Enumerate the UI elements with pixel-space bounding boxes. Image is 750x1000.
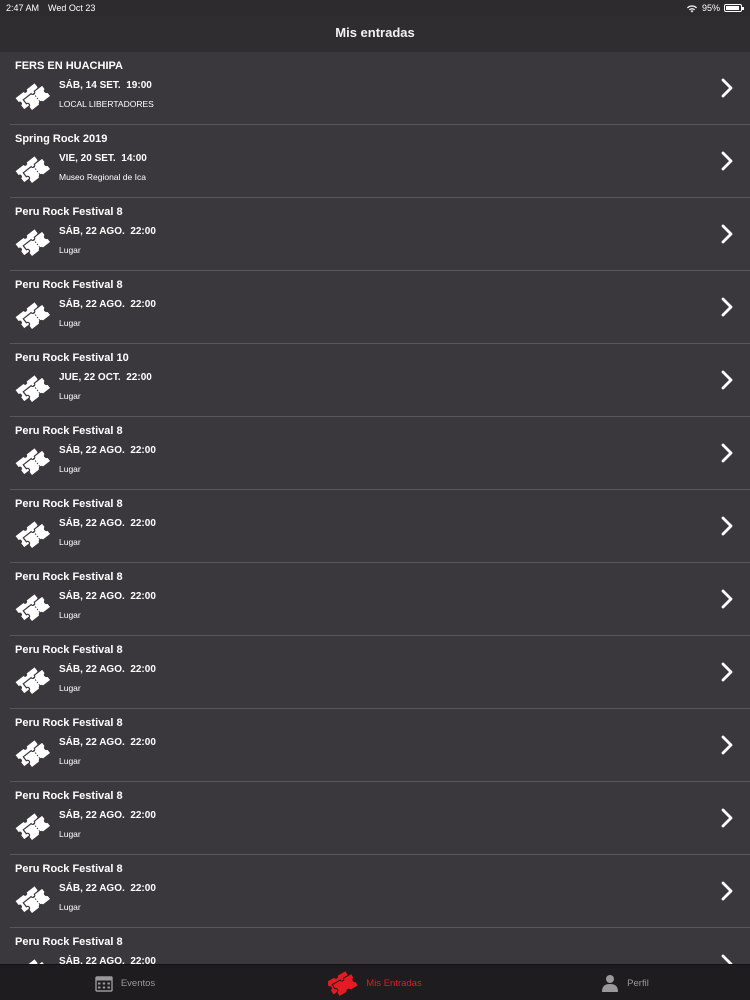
event-date: SÁB, 22 AGO. 22:00 xyxy=(59,737,156,748)
event-venue: Lugar xyxy=(59,537,81,547)
chevron-right-icon[interactable] xyxy=(720,881,734,901)
tab-label-eventos: Eventos xyxy=(120,977,156,989)
event-venue: Lugar xyxy=(59,756,81,766)
status-bar: 2:47 AM Wed Oct 23 95% xyxy=(0,0,750,16)
event-title: Peru Rock Festival 8 xyxy=(15,790,123,802)
ticket-icon xyxy=(15,521,51,550)
ticket-icon xyxy=(15,813,51,842)
chevron-right-icon[interactable] xyxy=(720,78,734,98)
navigation-bar: Mis entradas xyxy=(0,16,750,52)
chevron-right-icon[interactable] xyxy=(720,808,734,828)
ticket-row[interactable]: Peru Rock Festival 8 SÁB, 22 AGO. 22:00 … xyxy=(10,636,750,709)
ticket-row[interactable]: Peru Rock Festival 10 JUE, 22 OCT. 22:00… xyxy=(10,344,750,417)
event-title: Peru Rock Festival 10 xyxy=(15,352,129,364)
event-date: SÁB, 22 AGO. 22:00 xyxy=(59,591,156,602)
ticket-row[interactable]: Peru Rock Festival 8 SÁB, 22 AGO. 22:00 … xyxy=(10,271,750,344)
event-date: SÁB, 22 AGO. 22:00 xyxy=(59,299,156,310)
event-venue: Lugar xyxy=(59,829,81,839)
calendar-icon xyxy=(95,975,113,992)
event-title: Peru Rock Festival 8 xyxy=(15,498,123,510)
tab-label-perfil: Perfil xyxy=(627,977,649,989)
ticket-row[interactable]: FERS EN HUACHIPA SÁB, 14 SET. 19:00 LOCA… xyxy=(10,52,750,125)
event-venue: Museo Regional de Ica xyxy=(59,172,146,182)
person-icon xyxy=(602,975,619,992)
ticket-icon xyxy=(15,375,51,404)
chevron-right-icon[interactable] xyxy=(720,224,734,244)
ticket-row[interactable]: Peru Rock Festival 8 SÁB, 22 AGO. 22:00 … xyxy=(10,563,750,636)
event-title: Peru Rock Festival 8 xyxy=(15,863,123,875)
chevron-right-icon[interactable] xyxy=(720,151,734,171)
event-venue: Lugar xyxy=(59,610,81,620)
ticket-row[interactable]: Peru Rock Festival 8 SÁB, 22 AGO. 22:00 … xyxy=(10,198,750,271)
ticket-icon xyxy=(15,83,51,112)
ticket-row[interactable]: Peru Rock Festival 8 SÁB, 22 AGO. 22:00 … xyxy=(10,928,750,964)
event-title: Peru Rock Festival 8 xyxy=(15,425,123,437)
event-title: Peru Rock Festival 8 xyxy=(15,936,123,948)
wifi-icon xyxy=(686,4,697,12)
event-title: FERS EN HUACHIPA xyxy=(15,60,123,72)
ticket-icon xyxy=(15,667,51,696)
ticket-row[interactable]: Peru Rock Festival 8 SÁB, 22 AGO. 22:00 … xyxy=(10,709,750,782)
ticket-icon xyxy=(15,156,51,185)
ticket-icon xyxy=(15,229,51,258)
event-date: SÁB, 22 AGO. 22:00 xyxy=(59,445,156,456)
event-date: SÁB, 14 SET. 19:00 xyxy=(59,80,152,91)
ticket-row[interactable]: Peru Rock Festival 8 SÁB, 22 AGO. 22:00 … xyxy=(10,490,750,563)
event-venue: Lugar xyxy=(59,245,81,255)
chevron-right-icon[interactable] xyxy=(720,370,734,390)
tab-bar: Eventos Mis Entradas Perfil xyxy=(0,964,750,1000)
ticket-list[interactable]: FERS EN HUACHIPA SÁB, 14 SET. 19:00 LOCA… xyxy=(0,52,750,964)
status-date: Wed Oct 23 xyxy=(48,3,96,13)
event-date: JUE, 22 OCT. 22:00 xyxy=(59,372,152,383)
ticket-icon xyxy=(15,302,51,331)
tab-eventos[interactable]: Eventos xyxy=(0,965,250,1000)
event-date: SÁB, 22 AGO. 22:00 xyxy=(59,810,156,821)
event-title: Peru Rock Festival 8 xyxy=(15,279,123,291)
event-date: SÁB, 22 AGO. 22:00 xyxy=(59,664,156,675)
tab-perfil[interactable]: Perfil xyxy=(500,965,750,1000)
chevron-right-icon[interactable] xyxy=(720,443,734,463)
app-screen: 2:47 AM Wed Oct 23 95% Mis entradas FERS… xyxy=(0,0,750,1000)
event-date: SÁB, 22 AGO. 22:00 xyxy=(59,956,156,964)
chevron-right-icon[interactable] xyxy=(720,516,734,536)
status-right: 95% xyxy=(686,0,744,16)
event-title: Peru Rock Festival 8 xyxy=(15,644,123,656)
event-venue: Lugar xyxy=(59,391,81,401)
ticket-row[interactable]: Peru Rock Festival 8 SÁB, 22 AGO. 22:00 … xyxy=(10,855,750,928)
event-title: Spring Rock 2019 xyxy=(15,133,108,145)
chevron-right-icon[interactable] xyxy=(720,297,734,317)
event-title: Peru Rock Festival 8 xyxy=(15,571,123,583)
ticket-icon xyxy=(15,740,51,769)
page-title: Mis entradas xyxy=(335,25,415,40)
ticket-icon xyxy=(15,448,51,477)
battery-fill xyxy=(726,6,739,10)
battery-icon xyxy=(724,4,744,12)
event-title: Peru Rock Festival 8 xyxy=(15,206,123,218)
tab-label-mis-entradas: Mis Entradas xyxy=(366,977,422,989)
event-venue: LOCAL LIBERTADORES xyxy=(59,99,154,109)
event-date: SÁB, 22 AGO. 22:00 xyxy=(59,226,156,237)
tickets-icon xyxy=(328,971,359,996)
battery-percent: 95% xyxy=(701,3,720,13)
event-venue: Lugar xyxy=(59,464,81,474)
event-title: Peru Rock Festival 8 xyxy=(15,717,123,729)
event-venue: Lugar xyxy=(59,902,81,912)
ticket-row[interactable]: Peru Rock Festival 8 SÁB, 22 AGO. 22:00 … xyxy=(10,782,750,855)
event-date: VIE, 20 SET. 14:00 xyxy=(59,153,147,164)
ticket-icon xyxy=(15,594,51,623)
status-time: 2:47 AM xyxy=(6,3,40,13)
ticket-row[interactable]: Peru Rock Festival 8 SÁB, 22 AGO. 22:00 … xyxy=(10,417,750,490)
event-venue: Lugar xyxy=(59,683,81,693)
event-date: SÁB, 22 AGO. 22:00 xyxy=(59,883,156,894)
ticket-icon xyxy=(15,886,51,915)
chevron-right-icon[interactable] xyxy=(720,954,734,964)
chevron-right-icon[interactable] xyxy=(720,735,734,755)
ticket-icon xyxy=(15,959,51,964)
chevron-right-icon[interactable] xyxy=(720,662,734,682)
ticket-row[interactable]: Spring Rock 2019 VIE, 20 SET. 14:00 Muse… xyxy=(10,125,750,198)
chevron-right-icon[interactable] xyxy=(720,589,734,609)
event-date: SÁB, 22 AGO. 22:00 xyxy=(59,518,156,529)
tab-mis-entradas[interactable]: Mis Entradas xyxy=(250,965,500,1000)
event-venue: Lugar xyxy=(59,318,81,328)
